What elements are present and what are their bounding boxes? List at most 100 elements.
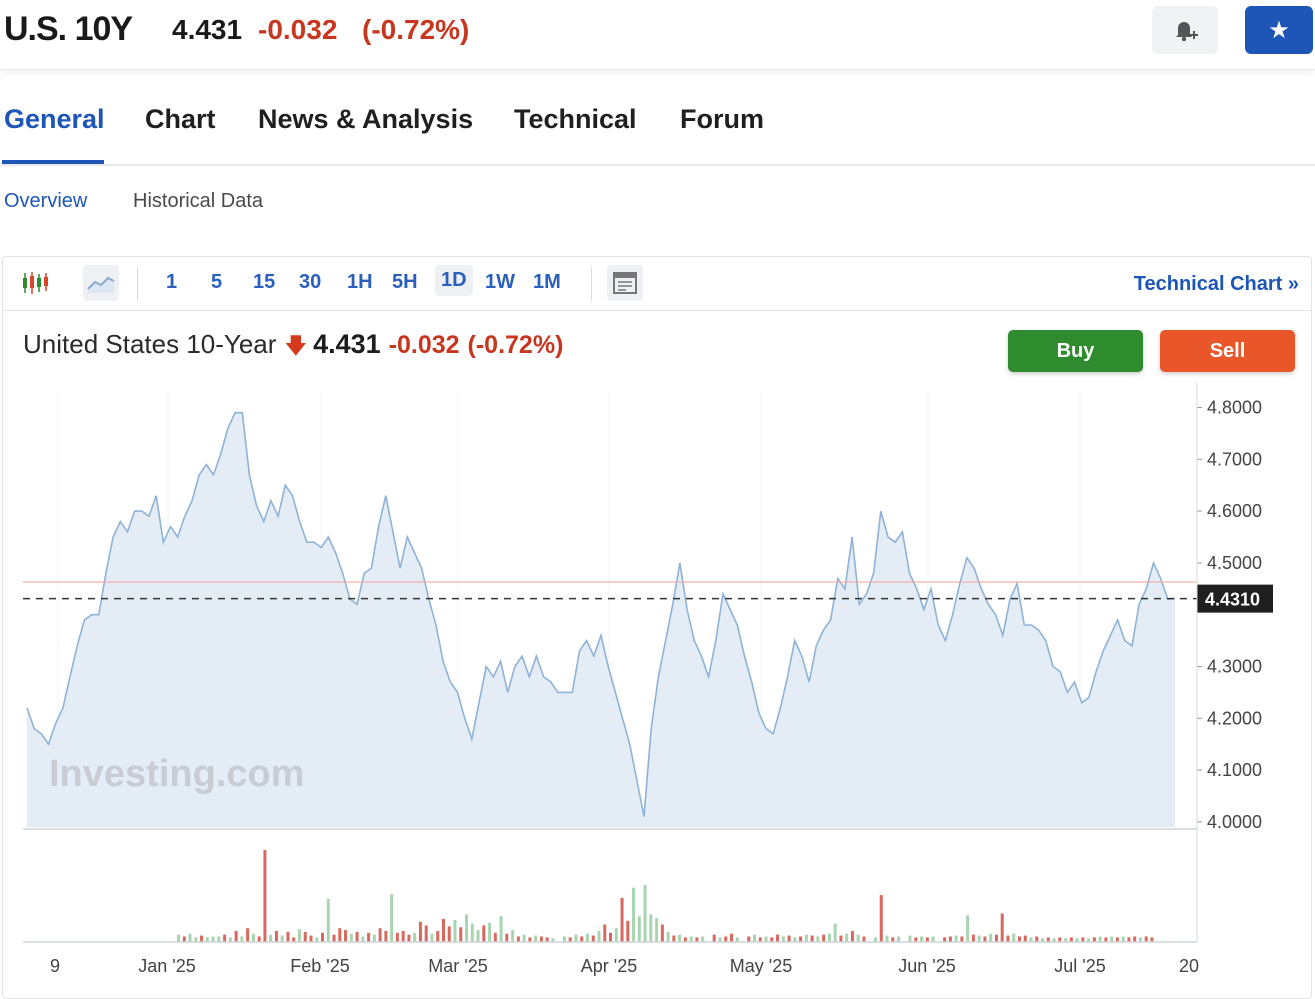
- technical-chart-link[interactable]: Technical Chart »: [1134, 273, 1299, 296]
- sell-button[interactable]: Sell: [1160, 330, 1295, 372]
- volume-bar: [286, 931, 290, 942]
- chart-toolbar: 1 5 15 30 1H 5H 1D 1W 1M Technical Chart…: [3, 257, 1311, 311]
- volume-bar: [361, 936, 365, 942]
- volume-bar: [614, 928, 618, 942]
- volume-bar: [1098, 936, 1102, 942]
- interval-5[interactable]: 5: [211, 271, 222, 294]
- volume-bar: [251, 933, 255, 942]
- down-arrow-icon: 🡇: [284, 333, 308, 358]
- price-chart[interactable]: 4.8000 4.7000 4.6000 4.5000 4.3000 4.2000 4.10…: [3, 382, 1311, 997]
- volume-bar: [223, 934, 227, 942]
- y-tick-label: 4.7000: [1207, 449, 1262, 469]
- volume-bar: [920, 936, 924, 942]
- volume-bar: [355, 931, 359, 942]
- interval-1m[interactable]: 1M: [533, 271, 561, 294]
- volume-bar: [1000, 913, 1004, 942]
- volume-bar: [430, 933, 434, 942]
- toolbar-divider: [591, 267, 592, 301]
- volume-bar: [850, 930, 854, 942]
- volume-bar: [280, 935, 284, 942]
- header-change: -0.032: [258, 14, 338, 45]
- candlestick-chart-button[interactable]: [17, 265, 53, 301]
- tab-chart[interactable]: Chart: [145, 104, 216, 135]
- volume-bar: [367, 932, 371, 942]
- volume-bar: [591, 935, 595, 942]
- volume-bar: [453, 919, 457, 942]
- subtab-historical-data[interactable]: Historical Data: [133, 190, 263, 213]
- tab-technical[interactable]: Technical: [514, 104, 637, 135]
- volume-bar: [816, 936, 820, 942]
- volume-bar: [994, 934, 998, 942]
- area-chart-button[interactable]: [83, 265, 119, 301]
- volume-bar: [620, 897, 624, 942]
- add-to-watchlist-button[interactable]: ★: [1245, 6, 1313, 54]
- tab-general[interactable]: General: [4, 104, 105, 135]
- instrument-price: 4.431: [313, 329, 381, 359]
- volume-bar: [188, 933, 192, 942]
- volume-bar: [344, 930, 348, 942]
- volume-bar: [724, 936, 728, 942]
- volume-bar: [885, 935, 889, 942]
- y-tick-label: 4.8000: [1207, 398, 1262, 418]
- volume-bar: [516, 936, 520, 942]
- volume-bar: [908, 935, 912, 942]
- y-tick-label: 4.0000: [1207, 812, 1262, 832]
- volume-bar: [297, 929, 301, 942]
- volume-bar: [585, 933, 589, 942]
- volume-bar: [1133, 936, 1137, 942]
- interval-30[interactable]: 30: [299, 271, 321, 294]
- instrument-change: -0.032: [388, 331, 460, 359]
- volume-bar: [660, 924, 664, 942]
- volume-bar: [401, 930, 405, 942]
- volume-bar: [332, 934, 336, 942]
- x-tick-label: Jun '25: [898, 956, 955, 976]
- layout-button[interactable]: [607, 265, 643, 301]
- tab-news-analysis[interactable]: News & Analysis: [258, 104, 473, 135]
- y-tick-label: 4.1000: [1207, 760, 1262, 780]
- interval-1d[interactable]: 1D: [435, 265, 473, 296]
- volume-bar: [678, 934, 682, 942]
- add-alert-button[interactable]: [1152, 6, 1218, 54]
- volume-bar: [689, 936, 693, 942]
- y-tick-label: 4.6000: [1207, 501, 1262, 521]
- volume-bar: [476, 930, 480, 942]
- interval-1h[interactable]: 1H: [347, 271, 373, 294]
- x-tick-label: May '25: [730, 956, 792, 976]
- volume-bar: [378, 928, 382, 942]
- volume-bar: [257, 936, 261, 942]
- interval-1w[interactable]: 1W: [485, 271, 515, 294]
- subtab-overview[interactable]: Overview: [4, 190, 87, 213]
- volume-bar: [263, 850, 267, 942]
- volume-bar: [1035, 936, 1039, 942]
- buy-button[interactable]: Buy: [1008, 330, 1143, 372]
- star-icon: ★: [1268, 16, 1290, 44]
- volume-bar: [1121, 936, 1125, 942]
- volume-bar: [482, 925, 486, 942]
- y-tick-label: 4.2000: [1207, 708, 1262, 728]
- volume-bar: [632, 887, 636, 942]
- volume-bar: [862, 936, 866, 942]
- volume-bar: [384, 930, 388, 942]
- volume-bar: [390, 894, 394, 942]
- volume-bar: [856, 934, 860, 942]
- volume-bar: [1012, 933, 1016, 942]
- volume-bar: [534, 935, 538, 942]
- volume-bar: [349, 933, 353, 942]
- volume-bar: [580, 936, 584, 942]
- tab-forum[interactable]: Forum: [680, 104, 764, 135]
- volume-bar: [1017, 936, 1021, 942]
- interval-15[interactable]: 15: [253, 271, 275, 294]
- main-tabs: General Chart News & Analysis Technical …: [0, 96, 1315, 166]
- interval-1[interactable]: 1: [166, 271, 177, 294]
- volume-bar: [776, 934, 780, 942]
- volume-bar: [983, 936, 987, 942]
- volume-bar: [603, 924, 607, 942]
- volume-bar: [182, 936, 186, 942]
- volume-bar: [447, 926, 451, 942]
- interval-5h[interactable]: 5H: [392, 271, 418, 294]
- volume-bar: [274, 930, 278, 942]
- volume-bar: [897, 936, 901, 942]
- volume-bar: [493, 932, 497, 942]
- instrument-change-percent: (-0.72%): [467, 331, 564, 359]
- volume-bar: [827, 933, 831, 942]
